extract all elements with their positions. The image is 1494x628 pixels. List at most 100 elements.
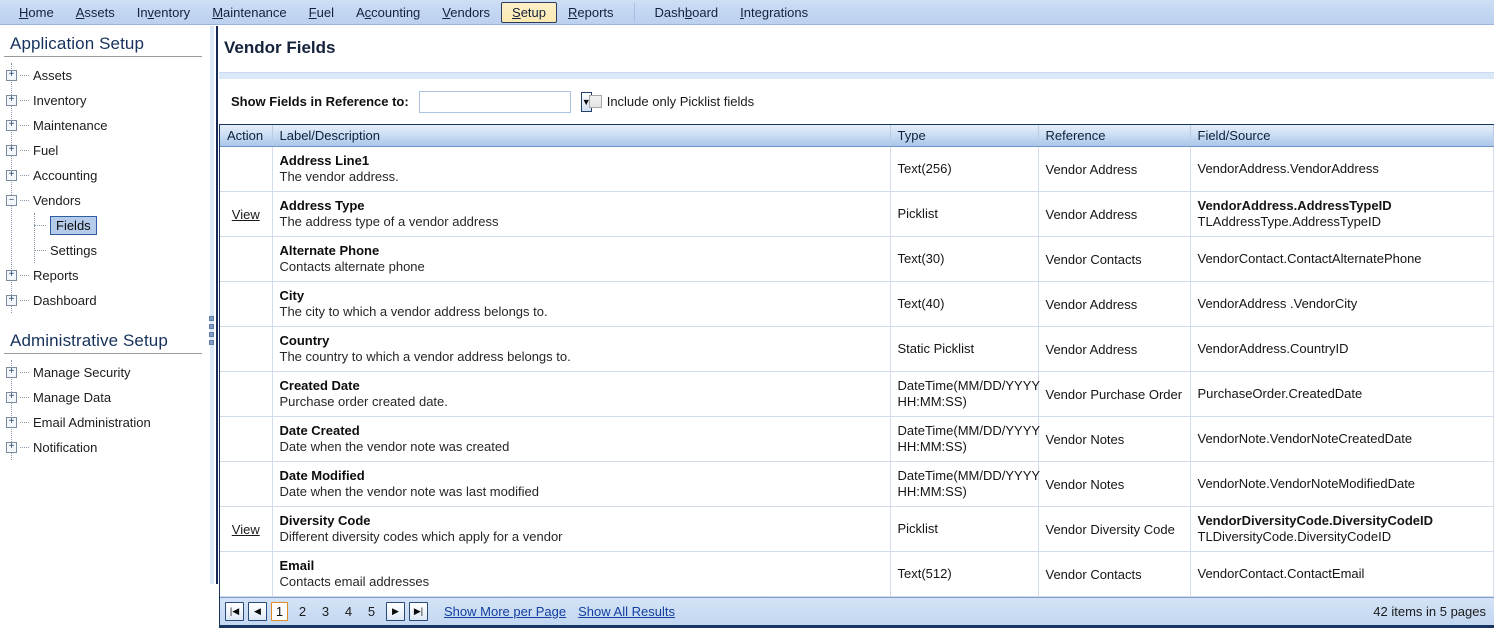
sidebar-item-maintenance[interactable]: + Maintenance xyxy=(6,113,206,138)
sidebar-item-reports[interactable]: + Reports xyxy=(6,263,206,288)
show-all-results-link[interactable]: Show All Results xyxy=(578,604,675,619)
cell-reference: Vendor Address xyxy=(1038,326,1191,372)
sidebar-item-fuel[interactable]: + Fuel xyxy=(6,138,206,163)
field-source-primary: VendorNote.VendorNoteCreatedDate xyxy=(1197,431,1413,446)
nav-item-dashboard[interactable]: Dashboard xyxy=(644,2,730,23)
cell-field-source: VendorAddress.AddressTypeID TLAddressType… xyxy=(1190,191,1494,237)
field-description: Purchase order created date. xyxy=(279,394,448,409)
sidebar-item-inventory[interactable]: + Inventory xyxy=(6,88,206,113)
sidebar-item-dashboard[interactable]: + Dashboard xyxy=(6,288,206,313)
reference-filter-dropdown[interactable]: ▼ xyxy=(418,90,592,113)
expand-icon[interactable]: + xyxy=(6,270,17,281)
reference-filter-input[interactable] xyxy=(419,91,581,112)
sidebar-item-notification[interactable]: + Notification xyxy=(6,435,206,460)
tree-connector xyxy=(20,100,29,101)
field-label: Country xyxy=(279,333,330,348)
sidebar-item-label: Vendors xyxy=(33,193,81,208)
expand-icon[interactable]: + xyxy=(6,170,17,181)
nav-item-reports[interactable]: Reports xyxy=(557,2,625,23)
sidebar-item-settings[interactable]: Settings xyxy=(6,238,206,263)
show-more-per-page-link[interactable]: Show More per Page xyxy=(444,604,566,619)
field-description: The vendor address. xyxy=(279,169,399,184)
field-source-primary: PurchaseOrder.CreatedDate xyxy=(1197,386,1363,401)
grid-bottom-border xyxy=(220,625,1494,627)
nav-item-accounting[interactable]: Accounting xyxy=(345,2,431,23)
nav-item-assets[interactable]: Assets xyxy=(65,2,126,23)
sidebar-item-fields[interactable]: Fields xyxy=(6,213,206,238)
sidebar-splitter[interactable] xyxy=(206,26,218,584)
nav-item-maintenance[interactable]: Maintenance xyxy=(201,2,297,23)
application-setup-heading: Application Setup xyxy=(4,26,202,57)
page-number-3[interactable]: 3 xyxy=(317,602,334,621)
expand-icon[interactable]: + xyxy=(6,145,17,156)
expand-icon[interactable]: + xyxy=(6,442,17,453)
nav-item-vendors[interactable]: Vendors xyxy=(431,2,501,23)
cell-type: DateTime(MM/DD/YYYY HH:MM:SS) xyxy=(890,461,1040,507)
splitter-grip-handle[interactable] xyxy=(209,316,216,348)
column-header-field-source[interactable]: Field/Source xyxy=(1190,125,1494,147)
cell-type: Text(256) xyxy=(890,146,1039,192)
table-row: Email Contacts email addresses Text(512) Ve… xyxy=(220,551,1494,597)
view-link[interactable]: View xyxy=(232,207,260,222)
cell-field-source: PurchaseOrder.CreatedDate xyxy=(1190,371,1494,417)
field-label: Alternate Phone xyxy=(279,243,380,258)
cell-reference: Vendor Purchase Order xyxy=(1038,371,1191,417)
page-number-4[interactable]: 4 xyxy=(340,602,357,621)
checkbox-box-icon[interactable] xyxy=(588,95,602,108)
cell-type: DateTime(MM/DD/YYYY HH:MM:SS) xyxy=(890,371,1040,417)
expand-icon[interactable]: + xyxy=(6,392,17,403)
field-label: Created Date xyxy=(279,378,360,393)
view-link[interactable]: View xyxy=(232,522,260,537)
column-header-label-description[interactable]: Label/Description xyxy=(272,125,891,147)
table-header-row: Action Label/Description Type Reference Fiel… xyxy=(220,125,1494,147)
cell-action xyxy=(220,551,273,597)
nav-item-home[interactable]: Home xyxy=(8,2,65,23)
cell-type: DateTime(MM/DD/YYYY HH:MM:SS) xyxy=(890,416,1040,462)
field-label: Email xyxy=(279,558,315,573)
nav-item-fuel[interactable]: Fuel xyxy=(298,2,345,23)
nav-item-integrations[interactable]: Integrations xyxy=(729,2,819,23)
last-page-button[interactable]: ▶| xyxy=(409,602,428,621)
sidebar-item-manage-security[interactable]: + Manage Security xyxy=(6,360,206,385)
column-header-type[interactable]: Type xyxy=(890,125,1039,147)
nav-item-inventory[interactable]: Inventory xyxy=(126,2,201,23)
cell-field-source: VendorContact.ContactAlternatePhone xyxy=(1190,236,1494,282)
collapse-icon[interactable]: – xyxy=(6,195,17,206)
sidebar-item-manage-data[interactable]: + Manage Data xyxy=(6,385,206,410)
cell-field-source: VendorNote.VendorNoteModifiedDate xyxy=(1190,461,1494,507)
tree-connector xyxy=(20,372,29,373)
nav-item-setup[interactable]: Setup xyxy=(501,1,557,23)
expand-icon[interactable]: + xyxy=(6,70,17,81)
column-header-action[interactable]: Action xyxy=(220,125,273,147)
sidebar-item-label: Accounting xyxy=(33,168,98,183)
field-label: Address Type xyxy=(279,198,365,213)
cell-action: View xyxy=(220,506,273,552)
page-number-2[interactable]: 2 xyxy=(294,602,311,621)
picklist-only-checkbox[interactable]: Include only Picklist fields xyxy=(588,94,754,109)
expand-icon[interactable]: + xyxy=(6,295,17,306)
expand-icon[interactable]: + xyxy=(6,120,17,131)
cell-label-description: Created Date Purchase order created date. xyxy=(272,371,891,417)
table-row: View Address Type The address type of a ve… xyxy=(220,191,1494,237)
main-navigation-bar: Home Assets Inventory Maintenance Fuel Accoun… xyxy=(0,0,1494,25)
field-source-primary: VendorAddress .VendorCity xyxy=(1197,296,1358,311)
column-header-reference[interactable]: Reference xyxy=(1038,125,1191,147)
cell-label-description: Address Line1 The vendor address. xyxy=(272,146,891,192)
sidebar-item-assets[interactable]: + Assets xyxy=(6,63,206,88)
expand-icon[interactable]: + xyxy=(6,367,17,378)
next-page-button[interactable]: ▶ xyxy=(386,602,405,621)
cell-type: Text(512) xyxy=(890,551,1039,597)
sidebar-item-accounting[interactable]: + Accounting xyxy=(6,163,206,188)
tree-connector xyxy=(20,125,29,126)
expand-icon[interactable]: + xyxy=(6,95,17,106)
sidebar-item-vendors[interactable]: – Vendors xyxy=(6,188,206,213)
previous-page-button[interactable]: ◀ xyxy=(248,602,267,621)
page-number-1[interactable]: 1 xyxy=(271,602,288,621)
page-number-5[interactable]: 5 xyxy=(363,602,380,621)
first-page-button[interactable]: |◀ xyxy=(225,602,244,621)
expand-icon[interactable]: + xyxy=(6,417,17,428)
cell-label-description: Email Contacts email addresses xyxy=(272,551,891,597)
cell-action xyxy=(220,461,273,507)
table-row: Alternate Phone Contacts alternate phone T… xyxy=(220,236,1494,282)
sidebar-item-email-administration[interactable]: + Email Administration xyxy=(6,410,206,435)
